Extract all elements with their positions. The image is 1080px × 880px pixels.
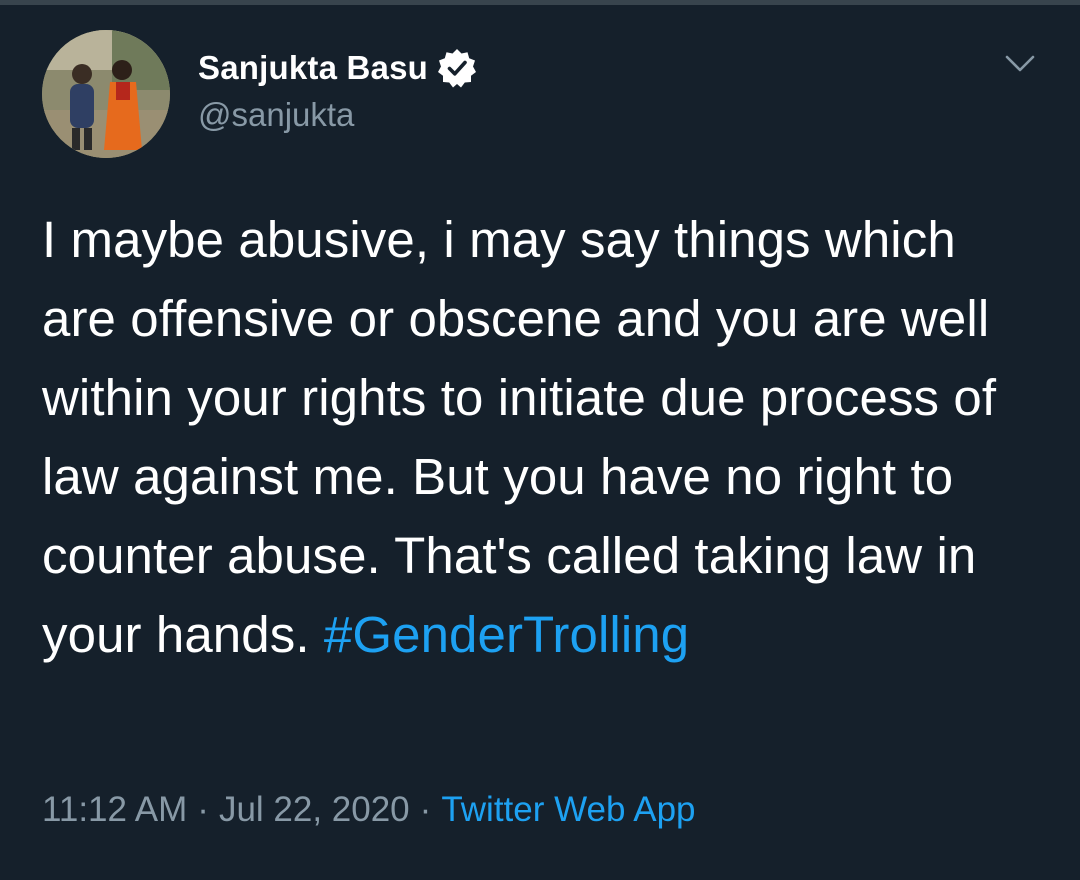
tweet-card: Sanjukta Basu @sanjukta I maybe abusive,… [0,0,1080,880]
author-name-row: Sanjukta Basu [198,44,478,92]
tweet-menu-button[interactable] [998,42,1042,86]
tweet-metadata: 11:12 AM · Jul 22, 2020 · Twitter Web App [42,790,696,830]
meta-separator: · [197,790,209,829]
tweet-date[interactable]: Jul 22, 2020 [219,790,410,829]
display-name[interactable]: Sanjukta Basu [198,49,428,87]
chevron-down-icon [1005,55,1035,72]
source-link[interactable]: Twitter Web App [441,790,695,829]
verified-badge-icon [436,47,478,89]
tweet-time[interactable]: 11:12 AM [42,790,187,829]
tweet-text: I maybe abusive, i may say things which … [42,200,1042,674]
avatar[interactable] [42,30,170,158]
user-handle[interactable]: @sanjukta [198,96,354,134]
hashtag-link[interactable]: #GenderTrolling [324,606,689,663]
avatar-photo [42,30,170,158]
meta-separator: · [419,790,432,829]
tweet-body-text: I maybe abusive, i may say things which … [42,211,997,663]
